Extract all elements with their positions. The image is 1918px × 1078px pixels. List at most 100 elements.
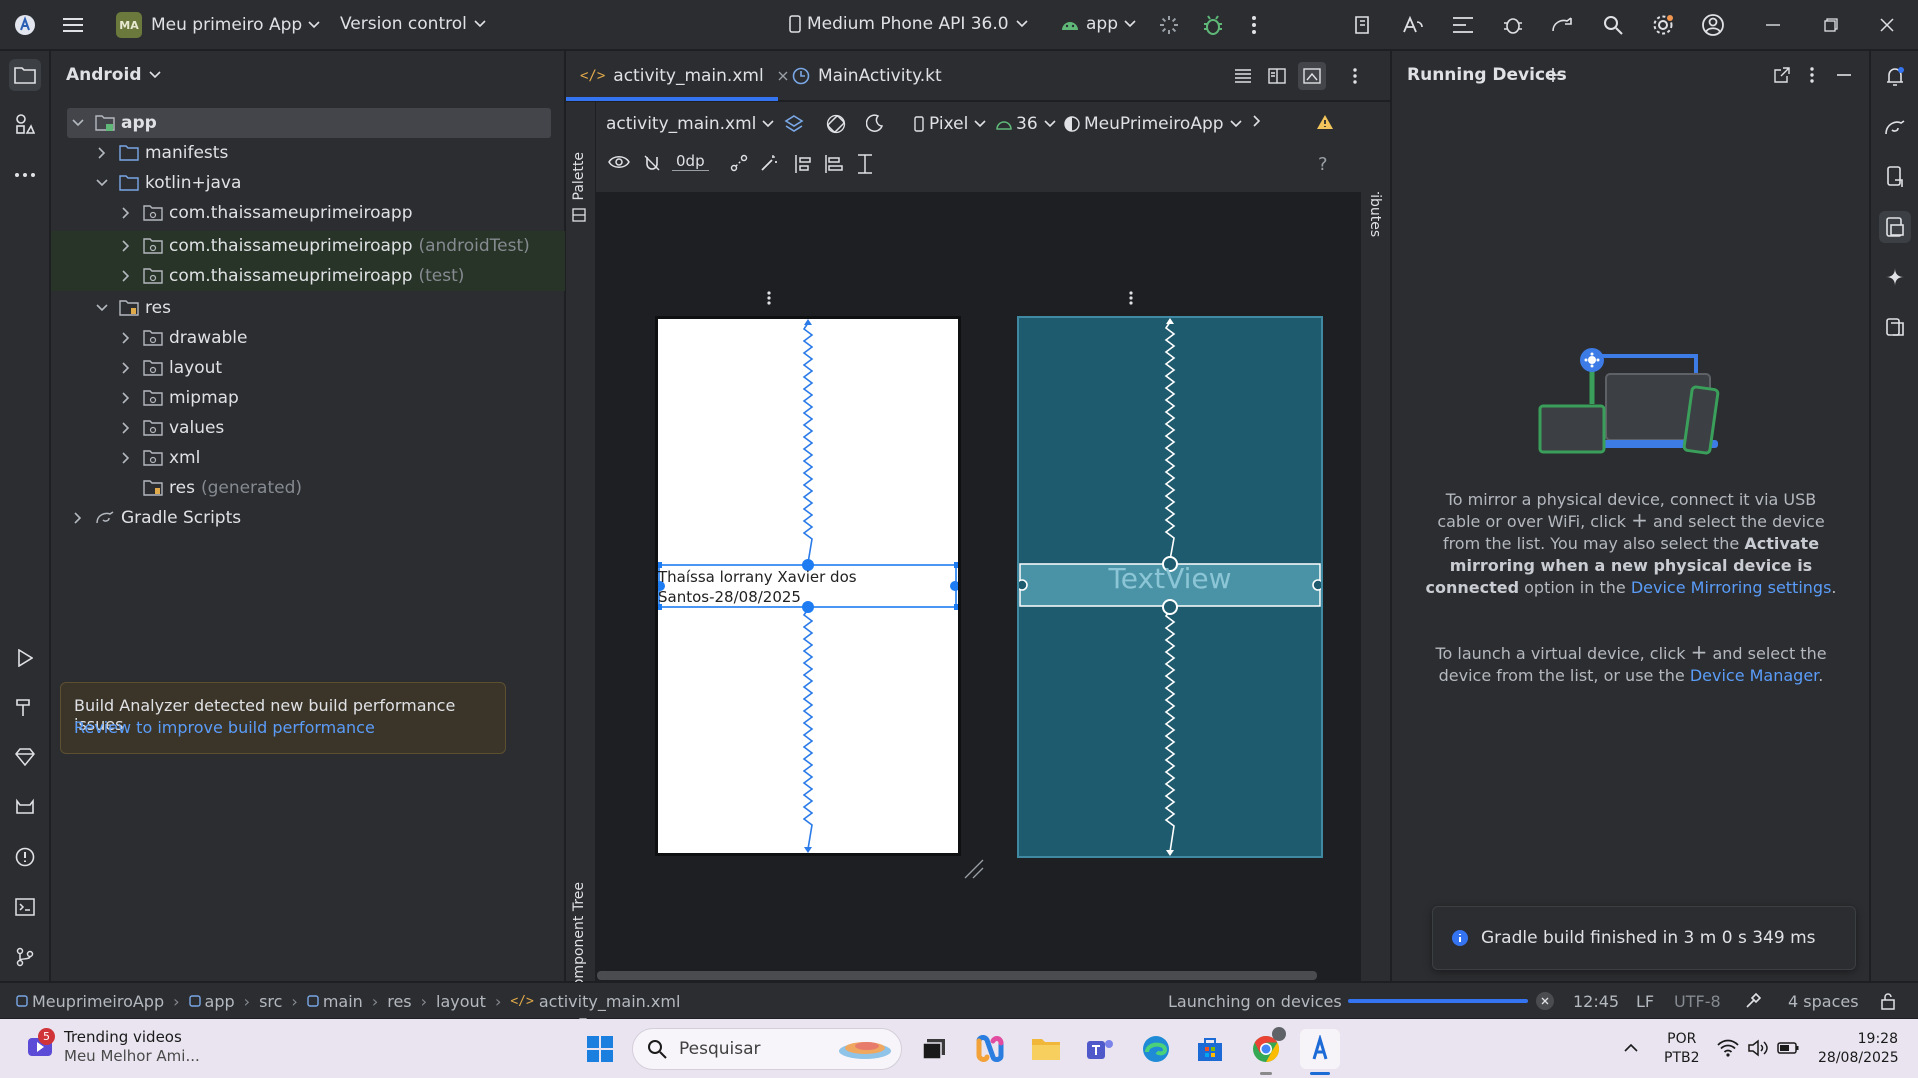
issues-button[interactable] — [1316, 114, 1334, 130]
clock[interactable]: 19:28 28/08/2025 — [1818, 1030, 1899, 1068]
tree-item-manifests[interactable]: manifests — [51, 138, 565, 168]
device-preview-selector[interactable]: Pixel — [914, 114, 986, 134]
view-options-button[interactable] — [608, 154, 630, 170]
file-explorer-icon[interactable] — [1026, 1029, 1066, 1069]
device-manager-tool-button[interactable] — [1879, 161, 1911, 193]
restore-icon[interactable] — [1818, 12, 1844, 38]
gemini-button[interactable] — [1879, 261, 1911, 293]
tree-item-gradle-scripts[interactable]: Gradle Scripts — [51, 503, 565, 533]
resource-manager-button[interactable] — [9, 109, 41, 141]
main-menu-icon[interactable] — [60, 12, 86, 38]
logcat-tool-button[interactable] — [9, 791, 41, 823]
breadcrumb-item[interactable]: layout — [436, 992, 486, 1011]
breadcrumb-item[interactable]: res — [387, 992, 411, 1011]
gradle-button[interactable] — [1879, 111, 1911, 143]
guidelines-button[interactable] — [856, 154, 874, 174]
design-view-icon[interactable] — [1298, 62, 1326, 90]
search-icon[interactable] — [1600, 12, 1626, 38]
close-tab-icon[interactable] — [778, 71, 788, 81]
notifications-button[interactable] — [1879, 61, 1911, 93]
tree-item-xml[interactable]: xml — [51, 443, 565, 473]
horizontal-scrollbar[interactable] — [597, 971, 1317, 980]
notification-link[interactable]: Review to improve build performance — [74, 718, 375, 737]
input-language[interactable]: POR PTB2 — [1664, 1030, 1700, 1068]
app-inspection-icon[interactable] — [1500, 12, 1526, 38]
open-external-icon[interactable] — [1772, 65, 1792, 85]
problems-tool-button[interactable] — [9, 841, 41, 873]
run-config-selector[interactable]: app — [1060, 14, 1136, 34]
tree-item-layout[interactable]: layout — [51, 353, 565, 383]
account-icon[interactable] — [1700, 12, 1726, 38]
design-preview-options-icon[interactable] — [763, 290, 775, 306]
infer-constraints-button[interactable] — [760, 154, 778, 172]
layout-file-selector[interactable]: activity_main.xml — [606, 114, 774, 134]
code-style-icon[interactable] — [1744, 983, 1762, 1019]
tree-item-app[interactable]: app — [51, 108, 565, 138]
news-widget[interactable]: 5 Trending videos Meu Melhor Ami... — [26, 1028, 200, 1066]
apply-changes-icon[interactable] — [1157, 13, 1181, 37]
microsoft-store-icon[interactable] — [1190, 1029, 1230, 1069]
tab-activity-main[interactable]: </> activity_main.xml — [580, 51, 788, 101]
palette-toggle[interactable]: Palette — [571, 152, 587, 223]
teams-icon[interactable] — [1080, 1029, 1120, 1069]
cancel-task-icon[interactable] — [1536, 992, 1554, 1010]
device-selector[interactable]: Medium Phone API 36.0 — [788, 14, 1028, 34]
settings-icon[interactable] — [1650, 12, 1676, 38]
running-devices-tool-button[interactable] — [1879, 211, 1911, 243]
minimize-icon[interactable] — [1760, 12, 1786, 38]
start-button[interactable] — [580, 1029, 620, 1069]
blueprint-preview[interactable]: TextView — [1017, 316, 1323, 858]
build-tool-button[interactable] — [9, 691, 41, 723]
breadcrumb-item[interactable]: main — [323, 992, 363, 1011]
android-studio-taskbar-icon[interactable] — [1300, 1029, 1340, 1069]
chrome-icon[interactable] — [1246, 1027, 1286, 1069]
indent-setting[interactable]: 4 spaces — [1788, 983, 1859, 1019]
project-tool-button[interactable] — [9, 59, 41, 91]
volume-icon[interactable] — [1746, 1037, 1770, 1059]
gradle-build-toast[interactable]: Gradle build finished in 3 m 0 s 349 ms — [1432, 906, 1856, 970]
hide-panel-icon[interactable] — [1834, 65, 1854, 85]
tree-item-values[interactable]: values — [51, 413, 565, 443]
build-analyzer-notification[interactable]: Build Analyzer detected new build perfor… — [60, 682, 506, 754]
logcat-icon[interactable] — [1450, 12, 1476, 38]
orientation-selector[interactable] — [826, 114, 846, 134]
more-tools-button[interactable] — [9, 159, 41, 191]
blueprint-options-icon[interactable] — [1125, 290, 1137, 306]
layout-inspector-button[interactable] — [1879, 311, 1911, 343]
align-button[interactable] — [824, 154, 844, 174]
task-view-icon[interactable] — [914, 1029, 954, 1069]
editor-options-icon[interactable] — [1346, 65, 1364, 87]
default-margin-selector[interactable]: 0dp — [672, 152, 709, 171]
caret-position[interactable]: 12:45 — [1573, 983, 1619, 1019]
tree-item-res-generated[interactable]: res (generated) — [51, 473, 565, 503]
api-level-selector[interactable]: 36 — [996, 114, 1056, 134]
breadcrumb-item[interactable]: MeuprimeiroApp — [32, 992, 164, 1011]
resize-handle-icon[interactable] — [963, 858, 985, 880]
device-manager-icon[interactable] — [1350, 12, 1376, 38]
device-mirroring-settings-link[interactable]: Device Mirroring settings — [1631, 578, 1832, 597]
theme-selector[interactable]: MeuPrimeiroApp — [1064, 114, 1242, 134]
git-tool-button[interactable] — [9, 941, 41, 973]
close-window-icon[interactable] — [1874, 12, 1900, 38]
tree-item-kotlin-java[interactable]: kotlin+java — [51, 168, 565, 198]
line-separator[interactable]: LF — [1636, 983, 1654, 1019]
taskbar-search[interactable]: Pesquisar — [632, 1028, 902, 1070]
tree-item-package-test[interactable]: com.thaissameuprimeiroapp (test) — [51, 261, 565, 291]
wifi-icon[interactable] — [1716, 1037, 1740, 1059]
pack-button[interactable] — [794, 154, 812, 174]
autoconnect-toggle[interactable] — [643, 154, 661, 172]
translate-icon[interactable] — [1400, 12, 1426, 38]
gemini-tool-button[interactable] — [9, 741, 41, 773]
read-only-lock-icon[interactable] — [1880, 983, 1896, 1019]
breadcrumb-item[interactable]: src — [259, 992, 282, 1011]
more-actions-icon[interactable] — [1244, 12, 1264, 38]
file-encoding[interactable]: UTF-8 — [1674, 983, 1721, 1019]
device-manager-link[interactable]: Device Manager — [1690, 666, 1818, 685]
add-device-icon[interactable] — [1542, 64, 1564, 86]
version-control-menu[interactable]: Version control — [340, 14, 486, 34]
edge-icon[interactable] — [1136, 1029, 1176, 1069]
design-preview[interactable]: Thaíssa lorrany Xavier dos Santos-28/08/… — [655, 316, 961, 856]
split-view-icon[interactable] — [1266, 65, 1288, 87]
more-toolbar-button[interactable] — [1253, 115, 1261, 127]
tree-item-mipmap[interactable]: mipmap — [51, 383, 565, 413]
